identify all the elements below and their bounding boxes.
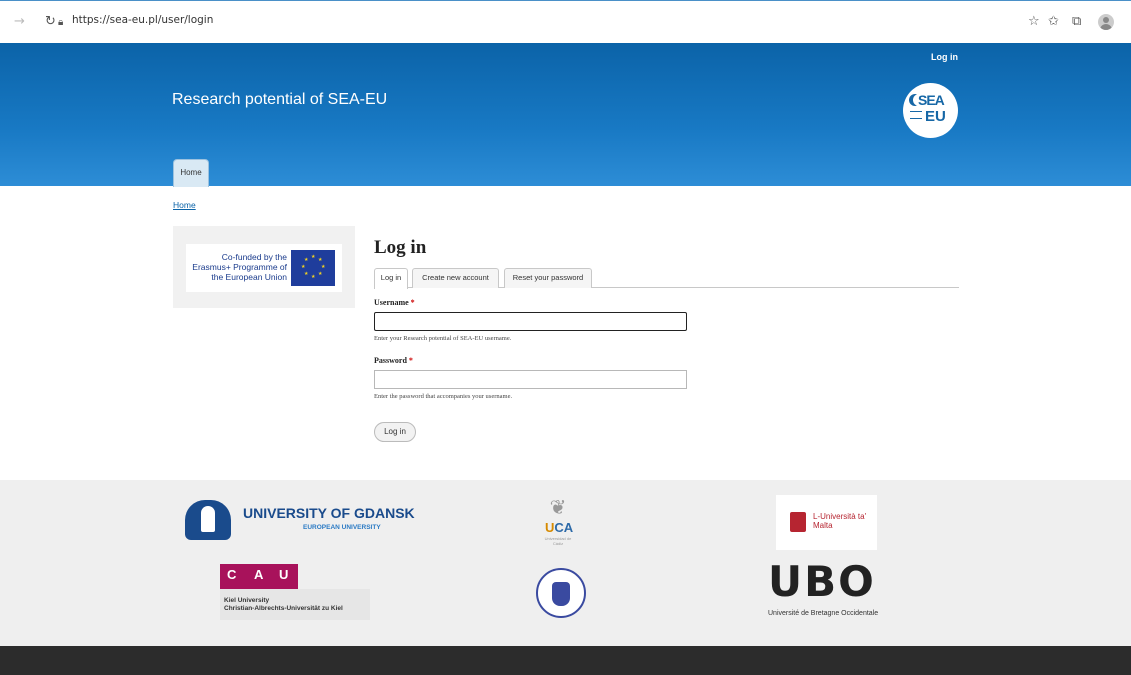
gdansk-title[interactable]: UNIVERSITY OF GDANSK bbox=[243, 505, 415, 521]
gdansk-subtitle: EUROPEAN UNIVERSITY bbox=[303, 524, 381, 531]
profile-icon[interactable] bbox=[1098, 14, 1114, 30]
malta-logo[interactable]: L-Università ta' Malta bbox=[776, 495, 877, 550]
password-help: Enter the password that accompanies your… bbox=[374, 393, 513, 400]
logo-sea-text: SEA bbox=[918, 92, 945, 108]
back-arrow-icon[interactable]: → bbox=[14, 15, 25, 29]
logo-eu-text: EU bbox=[925, 108, 946, 125]
tab-reset-password[interactable]: Reset your password bbox=[504, 268, 592, 288]
username-input[interactable] bbox=[374, 312, 687, 331]
site-title[interactable]: Research potential of SEA-EU bbox=[172, 91, 387, 109]
tab-log-in[interactable]: Log in bbox=[374, 268, 408, 289]
eu-flag-icon: ★ ★ ★ ★ ★ ★ ★ ★ bbox=[291, 250, 335, 286]
password-input[interactable] bbox=[374, 370, 687, 389]
tab-home[interactable]: Home bbox=[173, 159, 209, 187]
malta-text: L-Università ta' Malta bbox=[813, 512, 867, 530]
university-seal-icon[interactable] bbox=[536, 568, 586, 618]
collections-icon[interactable]: ⧉ bbox=[1072, 15, 1081, 29]
waves-icon bbox=[910, 111, 922, 119]
login-submit-button[interactable]: Log in bbox=[374, 422, 416, 442]
ubo-logo[interactable]: UBO bbox=[768, 561, 876, 603]
malta-crest-icon bbox=[790, 512, 806, 532]
page-footer bbox=[0, 646, 1131, 675]
browser-toolbar: → ↻ 🔒︎ https://sea-eu.pl/user/login ☆ ✩ … bbox=[0, 0, 1131, 42]
username-label: Username * bbox=[374, 298, 415, 307]
uca-logo[interactable]: UCA bbox=[545, 520, 573, 535]
erasmus-logo: Co-funded by the Erasmus+ Programme of t… bbox=[186, 244, 342, 292]
favorite-icon[interactable]: ☆ bbox=[1028, 15, 1040, 29]
page-title: Log in bbox=[374, 237, 427, 258]
site-header: Log in Research potential of SEA-EU SEA … bbox=[0, 43, 1131, 187]
refresh-icon[interactable]: ↻ bbox=[45, 15, 56, 29]
username-help: Enter your Research potential of SEA-EU … bbox=[374, 335, 512, 342]
lock-icon[interactable]: 🔒︎ bbox=[58, 16, 63, 30]
sea-eu-logo[interactable]: SEA EU bbox=[903, 83, 958, 138]
password-label: Password * bbox=[374, 356, 413, 365]
uca-subtitle: Universidad de Cádiz bbox=[544, 536, 572, 546]
login-tabs: Log in Create new account Reset your pas… bbox=[374, 268, 959, 289]
tab-create-account[interactable]: Create new account bbox=[412, 268, 499, 288]
gdansk-crest-icon[interactable] bbox=[185, 500, 231, 540]
address-bar[interactable]: https://sea-eu.pl/user/login bbox=[72, 14, 213, 26]
cau-text: Kiel University Christian-Albrechts-Unive… bbox=[224, 597, 343, 612]
ubo-subtitle: Université de Bretagne Occidentale bbox=[768, 610, 879, 617]
top-login-link[interactable]: Log in bbox=[931, 52, 958, 62]
breadcrumb-home[interactable]: Home bbox=[173, 200, 196, 210]
cau-logo[interactable]: C A U bbox=[220, 564, 298, 589]
erasmus-text: Co-funded by the Erasmus+ Programme of t… bbox=[192, 252, 287, 282]
uca-crest-icon[interactable]: ❦ bbox=[540, 496, 576, 520]
favorites-bar-icon[interactable]: ✩ bbox=[1048, 15, 1059, 29]
